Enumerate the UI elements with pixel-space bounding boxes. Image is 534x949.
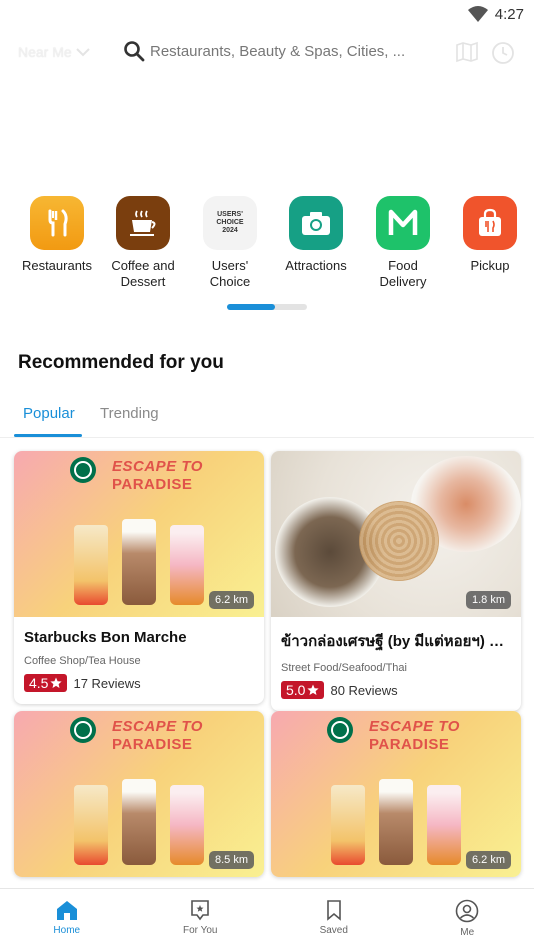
card-category: Street Food/Seafood/Thai [281,662,407,674]
promo-headline: PARADISE [112,736,193,753]
search-icon[interactable] [123,40,145,62]
for-you-icon [191,900,210,921]
category-attractions[interactable]: Attractions [271,196,361,274]
bookmark-icon [326,900,341,921]
drink-graphic [170,785,204,865]
drink-graphic [74,785,108,865]
history-icon[interactable] [490,40,516,66]
status-bar: 4:27 [0,0,534,28]
rating-badge: 4.5 [24,674,68,692]
drink-graphic [331,785,365,865]
card-image: ESCAPE TO PARADISE 6.2 km [14,451,264,617]
category-label: Food Delivery [379,258,427,289]
nav-label: Home [53,925,81,936]
bottom-navigation: Home For You Saved Me [0,888,534,949]
restaurant-card[interactable]: ESCAPE TO PARADISE 8.5 km [14,711,264,877]
drink-graphic [122,519,156,605]
card-image: 1.8 km [271,451,521,617]
category-restaurants[interactable]: Restaurants [12,196,102,274]
pickup-bag-icon [463,196,517,250]
nav-label: Me [460,927,475,938]
rating-badge: 5.0 [281,681,325,699]
tab-active-indicator [14,434,82,437]
basket-graphic [359,501,439,581]
category-label: Restaurants [21,258,93,273]
nav-home[interactable]: Home [0,889,134,949]
drink-graphic [74,525,108,605]
distance-badge: 6.2 km [208,591,254,609]
drink-graphic [427,785,461,865]
starbucks-logo-icon [327,717,353,743]
category-users-choice[interactable]: USERS' CHOICE 2024 Users' Choice [185,196,275,290]
profile-icon [455,899,479,923]
fork-knife-icon [30,196,84,250]
category-label: Pickup [470,258,510,273]
section-title: Recommended for you [18,352,224,373]
category-row: Restaurants Coffee and Dessert USERS' CHO… [0,196,534,296]
restaurant-card[interactable]: ESCAPE TO PARADISE 6.2 km [271,711,521,877]
status-time: 4:27 [494,5,524,23]
m-delivery-icon [376,196,430,250]
card-rating: 4.5 17 Reviews [24,674,254,692]
category-label: Users' Choice [209,258,251,289]
category-pager [227,304,307,310]
wifi-icon [467,6,488,22]
card-title: ข้าวกล่องเศรษฐี (by มีแต่หอยฯ) บา... [281,633,511,650]
camera-icon [289,196,343,250]
drink-graphic [170,525,204,605]
card-rating: 5.0 80 Reviews [281,681,511,699]
distance-badge: 6.2 km [465,851,511,869]
search-header: Near Me [0,32,534,72]
nav-for-you[interactable]: For You [134,889,268,949]
map-icon[interactable] [455,40,479,64]
promo-headline: ESCAPE TO [112,458,203,475]
category-coffee-dessert[interactable]: Coffee and Dessert [98,196,188,290]
promo-headline: PARADISE [369,736,450,753]
review-count: 17 Reviews [73,675,141,691]
card-image: ESCAPE TO PARADISE 6.2 km [271,711,521,877]
drink-graphic [122,779,156,865]
promo-headline: PARADISE [112,476,193,493]
restaurant-card[interactable]: ESCAPE TO PARADISE 6.2 km Starbucks Bon … [14,451,264,704]
card-image: ESCAPE TO PARADISE 8.5 km [14,711,264,877]
distance-badge: 8.5 km [208,851,254,869]
coffee-cup-icon [116,196,170,250]
distance-badge: 1.8 km [465,591,511,609]
starbucks-logo-icon [70,717,96,743]
search-input[interactable] [150,38,440,64]
card-category: Coffee Shop/Tea House [24,655,141,667]
promo-headline: ESCAPE TO [112,718,203,735]
restaurant-card[interactable]: 1.8 km ข้าวกล่องเศรษฐี (by มีแต่หอยฯ) บา… [271,451,521,711]
tab-trending[interactable]: Trending [100,405,159,422]
nav-label: For You [183,925,218,936]
tab-popular[interactable]: Popular [23,405,75,422]
category-pickup[interactable]: Pickup [445,196,534,274]
review-count: 80 Reviews [330,682,398,698]
nav-label: Saved [319,925,348,936]
nav-me[interactable]: Me [401,889,534,949]
location-label: Near Me [18,44,72,60]
card-title: Starbucks Bon Marche [24,629,187,646]
star-icon [50,677,63,688]
category-food-delivery[interactable]: Food Delivery [358,196,448,290]
home-icon [56,901,77,920]
recommendation-tabs: Popular Trending [0,396,534,438]
chevron-down-icon [75,48,90,57]
category-pager-fill [227,304,275,310]
category-label: Attractions [285,258,347,273]
drink-graphic [379,779,413,865]
nav-saved[interactable]: Saved [267,889,401,949]
users-choice-badge-icon: USERS' CHOICE 2024 [203,196,257,250]
star-icon [307,684,320,695]
promo-headline: ESCAPE TO [369,718,460,735]
category-label: Coffee and Dessert [111,258,175,289]
starbucks-logo-icon [70,457,96,483]
location-selector[interactable]: Near Me [18,44,90,60]
